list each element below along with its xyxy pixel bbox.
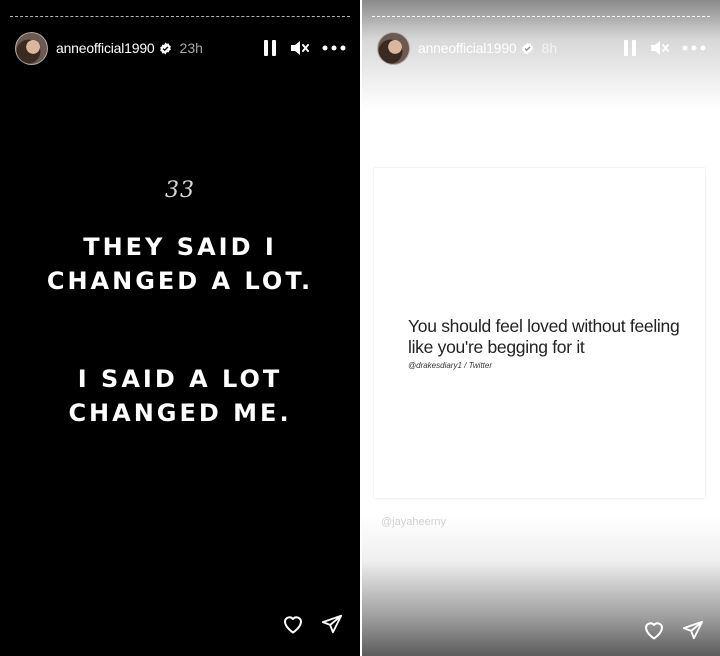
story-header: anneofficial1990 23h xyxy=(15,31,346,65)
shared-post-card[interactable]: You should feel loved without feeling li… xyxy=(374,168,705,498)
pause-icon[interactable] xyxy=(262,39,278,57)
username[interactable]: anneofficial1990 xyxy=(56,40,155,56)
story-time: 8h xyxy=(541,40,558,56)
post-quote-text: You should feel loved without feeling li… xyxy=(408,316,680,357)
pause-icon[interactable] xyxy=(622,39,638,57)
story-progress-bar xyxy=(10,16,350,18)
send-icon[interactable] xyxy=(682,619,704,641)
story-text-line-1: THEY SAID I CHANGED A LOT. xyxy=(0,230,360,298)
heart-icon[interactable] xyxy=(642,618,666,642)
username[interactable]: anneofficial1990 xyxy=(418,40,517,56)
more-icon[interactable] xyxy=(682,39,706,57)
mute-icon[interactable] xyxy=(290,39,310,57)
verified-badge-icon xyxy=(159,42,172,55)
story-time: 23h xyxy=(179,40,203,56)
verified-badge-icon xyxy=(521,42,534,55)
story-right[interactable]: anneofficial1990 8h You should feel love… xyxy=(362,0,720,656)
story-text-line-2: I SAID A LOT CHANGED ME. xyxy=(0,362,360,430)
mute-icon[interactable] xyxy=(650,39,670,57)
story-text-line-2-content: I SAID A LOT CHANGED ME. xyxy=(68,365,292,427)
more-icon[interactable] xyxy=(322,39,346,57)
story-progress-bar xyxy=(372,16,710,18)
watermark: @jayaheerny xyxy=(381,516,446,528)
send-icon[interactable] xyxy=(321,613,343,635)
story-text-line-1-content: THEY SAID I CHANGED A LOT. xyxy=(46,233,314,295)
story-header: anneofficial1990 8h xyxy=(377,31,706,65)
heart-icon[interactable] xyxy=(281,612,305,636)
avatar[interactable] xyxy=(377,31,410,65)
quote-mark: 33 xyxy=(165,178,195,203)
story-left[interactable]: anneofficial1990 23h 33 THEY SAID I CHAN… xyxy=(0,0,360,656)
post-credit: @drakesdiary1 / Twitter xyxy=(408,361,492,370)
avatar[interactable] xyxy=(15,31,48,65)
